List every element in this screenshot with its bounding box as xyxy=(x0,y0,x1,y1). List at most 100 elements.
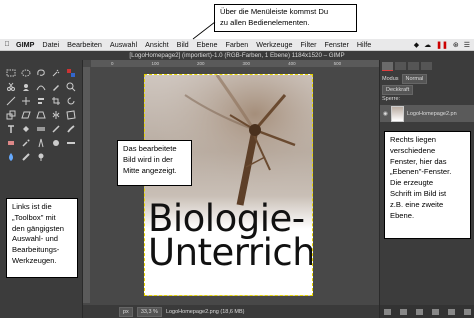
menu-datei[interactable]: Datei xyxy=(38,40,63,49)
clone-icon[interactable] xyxy=(49,136,63,149)
apple-icon[interactable]:  xyxy=(0,41,14,48)
callout-menubar: Über die Menüleiste kommst Du zu allen B… xyxy=(214,4,357,32)
bucket-fill-icon[interactable] xyxy=(19,122,33,135)
menu-app-gimp[interactable]: GIMP xyxy=(14,40,38,49)
menu-fenster[interactable]: Fenster xyxy=(320,40,352,49)
gradient-icon[interactable] xyxy=(34,122,48,135)
menubar:  GIMP Datei Bearbeiten Auswahl Ansicht … xyxy=(0,39,474,51)
mode-row: Modus Normal xyxy=(382,74,428,84)
menu-auswahl[interactable]: Auswahl xyxy=(106,40,141,49)
callout-right: Rechts liegen verschiedene Fenster, hier… xyxy=(384,131,471,239)
opacity-row: Deckkraft xyxy=(382,85,414,95)
pause-icon[interactable]: ❚❚ xyxy=(436,41,448,49)
move-icon[interactable] xyxy=(19,94,33,107)
wifi-icon[interactable]: ☰ xyxy=(464,41,470,49)
scissors-icon[interactable] xyxy=(4,80,18,93)
zoom-icon[interactable] xyxy=(64,80,78,93)
callout-line: Links ist die xyxy=(12,202,52,211)
callout-line: Die erzeugte xyxy=(390,178,434,188)
align-icon[interactable] xyxy=(34,94,48,107)
tool-grid xyxy=(4,66,78,163)
zoom-select[interactable]: 33,3 % xyxy=(136,306,162,317)
ellipse-select-icon[interactable] xyxy=(19,66,33,79)
flip-icon[interactable] xyxy=(49,108,63,121)
tab-channels[interactable] xyxy=(395,62,406,70)
callout-line: den gängigsten xyxy=(12,223,64,233)
lock-label: Sperre: xyxy=(382,96,401,102)
raise-layer-icon[interactable] xyxy=(400,308,408,315)
menu-farben[interactable]: Farben xyxy=(221,40,252,49)
callout-line: Mitte angezeigt. xyxy=(123,165,177,175)
blur-icon[interactable] xyxy=(4,150,18,163)
crop-icon[interactable] xyxy=(49,94,63,107)
color-picker-icon[interactable] xyxy=(49,80,63,93)
tab-layers[interactable] xyxy=(382,62,393,71)
ink-icon[interactable] xyxy=(34,136,48,149)
rotate-icon[interactable] xyxy=(64,94,78,107)
menu-filter[interactable]: Filter xyxy=(296,40,320,49)
ruler-tick: 200 xyxy=(197,61,205,66)
cage-icon[interactable] xyxy=(64,108,78,121)
menu-bearbeiten[interactable]: Bearbeiten xyxy=(63,40,106,49)
smudge-icon[interactable] xyxy=(19,150,33,163)
airbrush-icon[interactable] xyxy=(19,136,33,149)
callout-left: Links ist die „Toolbox" mit den gängigst… xyxy=(6,198,78,278)
lock-row: Sperre: xyxy=(382,96,400,102)
dock-footer xyxy=(380,305,474,318)
new-layer-icon[interactable] xyxy=(384,308,392,315)
canvas-text-layer[interactable]: Biologie- Unterricht xyxy=(148,200,312,271)
perspective-icon[interactable] xyxy=(34,108,48,121)
dock-tabs xyxy=(382,62,432,71)
duplicate-layer-icon[interactable] xyxy=(431,308,439,315)
layer-thumbnail xyxy=(390,105,404,122)
tab-paths[interactable] xyxy=(408,62,419,70)
lasso-icon[interactable] xyxy=(34,66,48,79)
statusbar: px 33,3 % LogoHomepage2.png (18,6 MB) xyxy=(83,305,379,318)
callout-line: Werkzeugen. xyxy=(12,255,57,265)
horizontal-ruler[interactable]: 0 100 200 300 400 500 xyxy=(91,60,379,67)
status-tray: ◆ ☁ ❚❚ ⊛ ☰ xyxy=(414,41,474,49)
cloud-icon[interactable]: ☁ xyxy=(424,41,431,49)
paintbrush-icon[interactable] xyxy=(64,122,78,135)
ruler-tick: 100 xyxy=(151,61,160,66)
callout-line: zu allen Bedienelementen. xyxy=(220,17,310,27)
opacity-slider[interactable]: Deckkraft xyxy=(382,85,414,95)
dropbox-icon[interactable]: ◆ xyxy=(414,41,419,49)
menu-ansicht[interactable]: Ansicht xyxy=(141,40,173,49)
callout-line: Bild wird in der xyxy=(123,154,173,164)
callout-line: Ebene. xyxy=(390,210,415,220)
measure-icon[interactable] xyxy=(4,94,18,107)
rect-select-icon[interactable] xyxy=(4,66,18,79)
callout-line: verschiedene xyxy=(390,145,436,155)
shear-icon[interactable] xyxy=(19,108,33,121)
ruler-tick: 400 xyxy=(288,61,296,66)
bluetooth-icon[interactable]: ⊛ xyxy=(453,41,459,49)
menu-werkzeuge[interactable]: Werkzeuge xyxy=(252,40,296,49)
layer-name: LogoHomepage2.pn xyxy=(406,110,457,117)
unit-select[interactable]: px xyxy=(119,306,133,317)
color-select-icon[interactable] xyxy=(64,66,78,79)
scale-icon[interactable] xyxy=(4,108,18,121)
menu-hilfe[interactable]: Hilfe xyxy=(353,40,375,49)
canvas-area[interactable]: 0 100 200 300 400 500 Biologie- Unterric… xyxy=(83,60,379,318)
text-icon[interactable] xyxy=(4,122,18,135)
delete-layer-icon[interactable] xyxy=(463,308,471,315)
pencil-icon[interactable] xyxy=(49,122,63,135)
vertical-ruler[interactable] xyxy=(83,67,90,303)
callout-line: z.B. eine zweite xyxy=(390,199,444,209)
tab-undo[interactable] xyxy=(421,62,432,70)
lower-layer-icon[interactable] xyxy=(416,308,424,315)
paths-icon[interactable] xyxy=(34,80,48,93)
callout-line: Auswahl- und xyxy=(12,234,59,244)
layer-item[interactable]: ◉ LogoHomepage2.pn xyxy=(380,105,474,122)
foreground-select-icon[interactable] xyxy=(19,80,33,93)
eraser-icon[interactable] xyxy=(4,136,18,149)
heal-icon[interactable] xyxy=(64,136,78,149)
callout-line: Das bearbeitete xyxy=(123,144,177,153)
fuzzy-select-icon[interactable] xyxy=(49,66,63,79)
eye-icon[interactable]: ◉ xyxy=(383,111,388,117)
mode-select[interactable]: Normal xyxy=(401,74,428,84)
dodge-burn-icon[interactable] xyxy=(34,150,48,163)
anchor-layer-icon[interactable] xyxy=(447,308,455,315)
callout-pointer xyxy=(192,21,216,40)
